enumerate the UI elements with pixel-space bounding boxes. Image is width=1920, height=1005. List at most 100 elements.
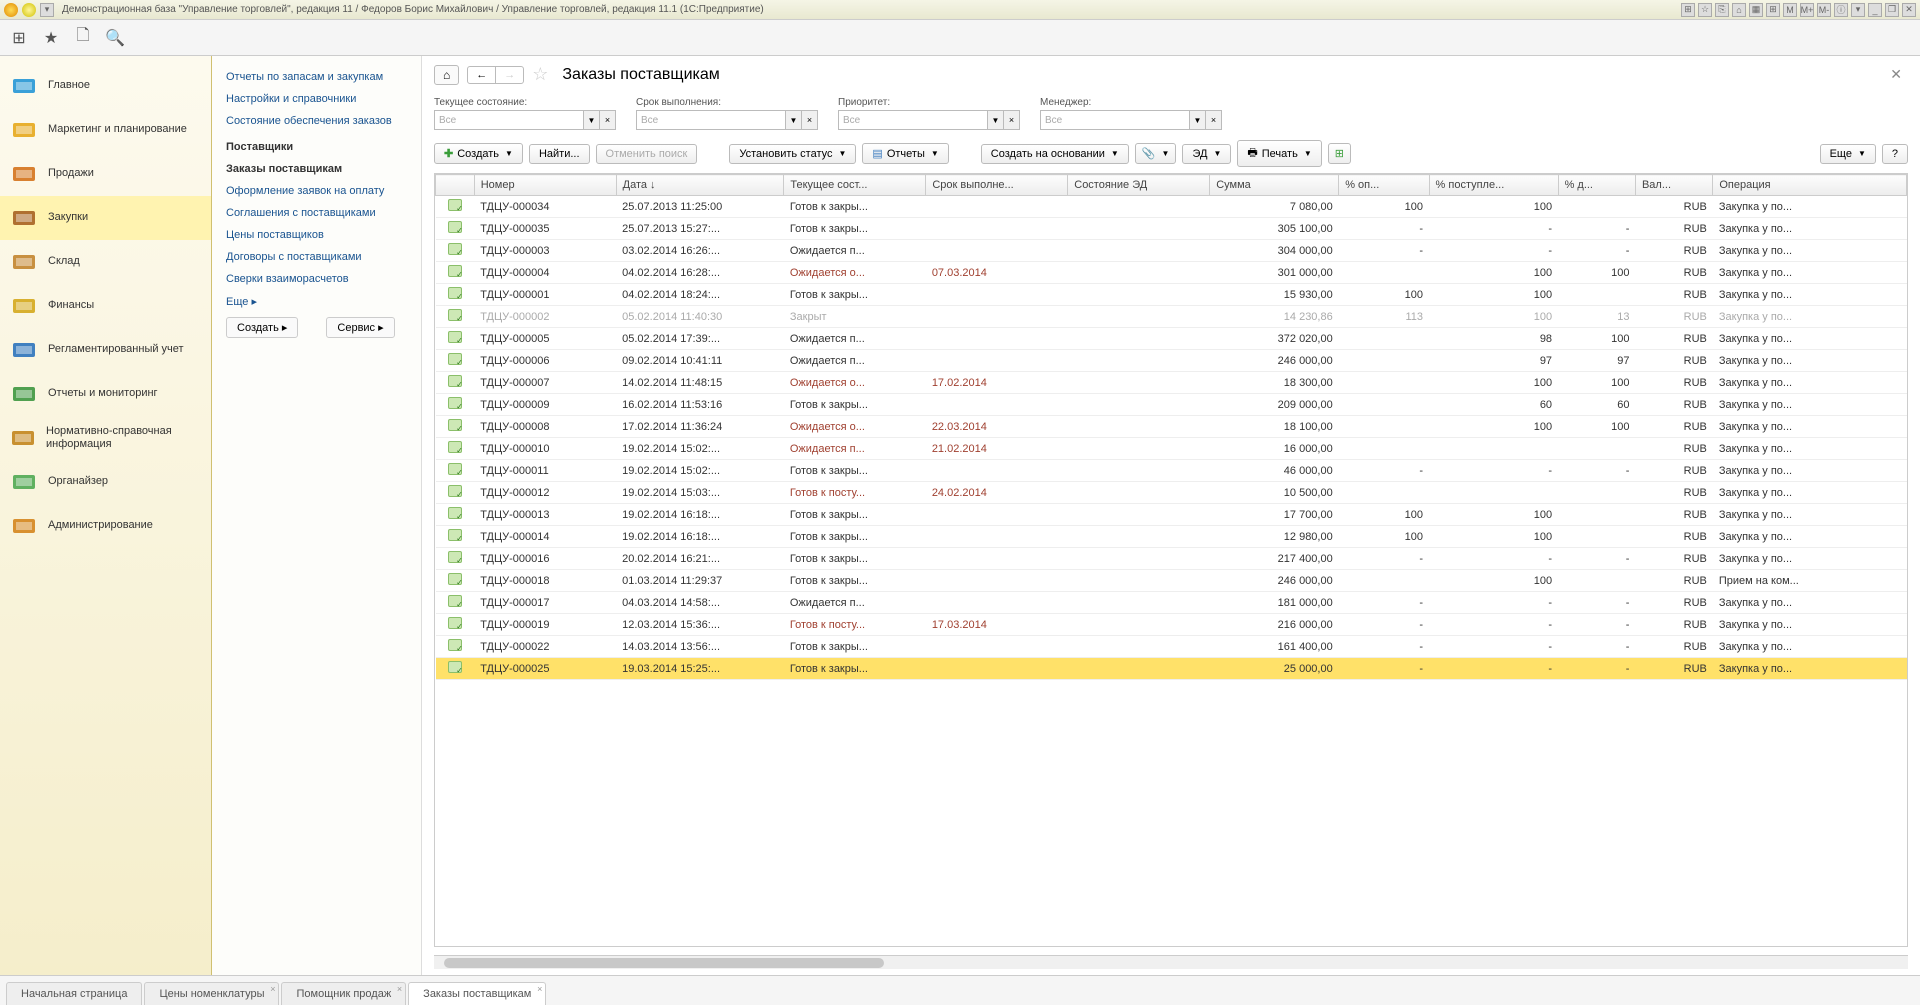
subnav-link[interactable]: Сверки взаиморасчетов [212,268,421,290]
dropdown-icon[interactable]: ▼ [988,110,1004,130]
table-row[interactable]: ТДЦУ-00001801.03.2014 11:29:37Готов к за… [436,570,1907,592]
dropdown-icon[interactable]: ▼ [1190,110,1206,130]
dropdown-icon[interactable]: ▾ [40,3,54,17]
table-row[interactable]: ТДЦУ-00000817.02.2014 11:36:24Ожидается … [436,416,1907,438]
column-header[interactable]: Текущее сост... [784,175,926,196]
subnav-link[interactable]: Еще ▸ [212,290,421,313]
window-tab[interactable]: Помощник продаж× [281,982,406,1005]
titlebar-button[interactable]: ⓘ [1834,3,1848,17]
column-header[interactable]: Сумма [1210,175,1339,196]
titlebar-button[interactable]: ☆ [1698,3,1712,17]
dropdown-icon[interactable]: ▼ [786,110,802,130]
column-header[interactable]: Дата ↓ [616,175,784,196]
section-sales[interactable]: Продажи [0,152,211,196]
ed-button[interactable]: ЭД▼ [1182,144,1231,164]
table-row[interactable]: ТДЦУ-00000303.02.2014 16:26:...Ожидается… [436,240,1907,262]
titlebar-button[interactable]: ✕ [1902,3,1916,17]
help-button[interactable]: ? [1882,144,1908,164]
table-row[interactable]: ТДЦУ-00001912.03.2014 15:36:...Готов к п… [436,614,1907,636]
section-marketing[interactable]: Маркетинг и планирование [0,108,211,152]
close-tab-icon[interactable]: × [397,984,402,994]
titlebar-button[interactable]: _ [1868,3,1882,17]
column-header[interactable]: Операция [1713,175,1907,196]
set-status-button[interactable]: Установить статус▼ [729,144,856,164]
table-row[interactable]: ТДЦУ-00000609.02.2014 10:41:11Ожидается … [436,350,1907,372]
titlebar-button[interactable]: ⊞ [1681,3,1695,17]
table-row[interactable]: ТДЦУ-00002214.03.2014 13:56:...Готов к з… [436,636,1907,658]
apps-icon[interactable]: ⊞ [10,29,28,47]
table-row[interactable]: ТДЦУ-00003525.07.2013 15:27:...Готов к з… [436,218,1907,240]
titlebar-button[interactable]: M- [1817,3,1831,17]
section-admin[interactable]: Администрирование [0,504,211,548]
window-tab[interactable]: Начальная страница [6,982,142,1005]
table-row[interactable]: ТДЦУ-00000916.02.2014 11:53:16Готов к за… [436,394,1907,416]
window-tab[interactable]: Цены номенклатуры× [144,982,279,1005]
section-finance[interactable]: Финансы [0,284,211,328]
section-organizer[interactable]: Органайзер [0,460,211,504]
titlebar-button[interactable]: ⌂ [1732,3,1746,17]
close-tab-icon[interactable]: × [270,984,275,994]
section-main[interactable]: Главное [0,64,211,108]
cancel-find-button[interactable]: Отменить поиск [596,144,698,164]
table-row[interactable]: ТДЦУ-00001620.02.2014 16:21:...Готов к з… [436,548,1907,570]
nav-back-button[interactable]: ← [468,67,496,83]
subnav-link[interactable]: Цены поставщиков [212,224,421,246]
column-header[interactable]: Вал... [1635,175,1712,196]
create-based-button[interactable]: Создать на основании▼ [981,144,1129,164]
clear-icon[interactable]: × [1004,110,1020,130]
table-row[interactable]: ТДЦУ-00001419.02.2014 16:18:...Готов к з… [436,526,1907,548]
clear-icon[interactable]: × [600,110,616,130]
column-header[interactable]: Срок выполне... [926,175,1068,196]
column-header[interactable]: Номер [474,175,616,196]
orders-table-wrap[interactable]: НомерДата ↓Текущее сост...Срок выполне..… [434,173,1908,947]
close-page-button[interactable]: ✕ [1884,66,1908,83]
table-row[interactable]: ТДЦУ-00000205.02.2014 11:40:30Закрыт14 2… [436,306,1907,328]
clear-icon[interactable]: × [802,110,818,130]
titlebar-button[interactable]: ⎘ [1715,3,1729,17]
nav-forward-button[interactable]: → [496,67,523,83]
table-row[interactable]: ТДЦУ-00001119.02.2014 15:02:...Готов к з… [436,460,1907,482]
dropdown-icon[interactable]: ▼ [584,110,600,130]
table-row[interactable]: ТДЦУ-00001704.03.2014 14:58:...Ожидается… [436,592,1907,614]
table-row[interactable]: ТДЦУ-00001019.02.2014 15:02:...Ожидается… [436,438,1907,460]
star-icon[interactable]: ★ [42,29,60,47]
section-warehouse[interactable]: Склад [0,240,211,284]
subnav-create_btn[interactable]: Создать ▸ [226,317,298,338]
column-header[interactable]: % оп... [1339,175,1429,196]
titlebar-button[interactable]: M+ [1800,3,1814,17]
filter-input[interactable] [838,110,988,130]
favorite-icon[interactable]: ☆ [532,64,548,85]
column-header[interactable] [436,175,475,196]
home-button[interactable]: ⌂ [434,65,459,85]
search-icon[interactable]: 🔍 [106,29,124,47]
table-row[interactable]: ТДЦУ-00003425.07.2013 11:25:00Готов к за… [436,196,1907,218]
titlebar-button[interactable]: ❐ [1885,3,1899,17]
subnav-link[interactable]: Заказы поставщикам [212,158,421,180]
titlebar-button[interactable]: ▾ [1851,3,1865,17]
clear-icon[interactable]: × [1206,110,1222,130]
subnav-link[interactable]: Оформление заявок на оплату [212,180,421,202]
reports-button[interactable]: ▤Отчеты▼ [862,143,948,164]
attach-button[interactable]: 📎▼ [1135,143,1177,164]
filter-input[interactable] [1040,110,1190,130]
find-button[interactable]: Найти... [529,144,590,164]
subnav-link[interactable]: Настройки и справочники [212,88,421,110]
section-accounting[interactable]: Регламентированный учет [0,328,211,372]
subnav-link[interactable]: Состояние обеспечения заказов [212,110,421,132]
column-header[interactable]: % д... [1558,175,1635,196]
horizontal-scrollbar[interactable] [434,955,1908,969]
export-button[interactable]: ⊞ [1328,143,1351,164]
subnav-link[interactable]: Соглашения с поставщиками [212,202,421,224]
table-row[interactable]: ТДЦУ-00000404.02.2014 16:28:...Ожидается… [436,262,1907,284]
close-tab-icon[interactable]: × [537,984,542,994]
table-row[interactable]: ТДЦУ-00001219.02.2014 15:03:...Готов к п… [436,482,1907,504]
section-purchases[interactable]: Закупки [0,196,211,240]
subnav-link[interactable]: Отчеты по запасам и закупкам [212,66,421,88]
column-header[interactable]: % поступле... [1429,175,1558,196]
table-row[interactable]: ТДЦУ-00001319.02.2014 16:18:...Готов к з… [436,504,1907,526]
create-button[interactable]: ✚Создать▼ [434,143,523,164]
window-tab[interactable]: Заказы поставщикам× [408,982,546,1005]
titlebar-button[interactable]: M [1783,3,1797,17]
subnav-link[interactable]: Договоры с поставщиками [212,246,421,268]
clipboard-icon[interactable]: 🗋 [74,29,92,47]
